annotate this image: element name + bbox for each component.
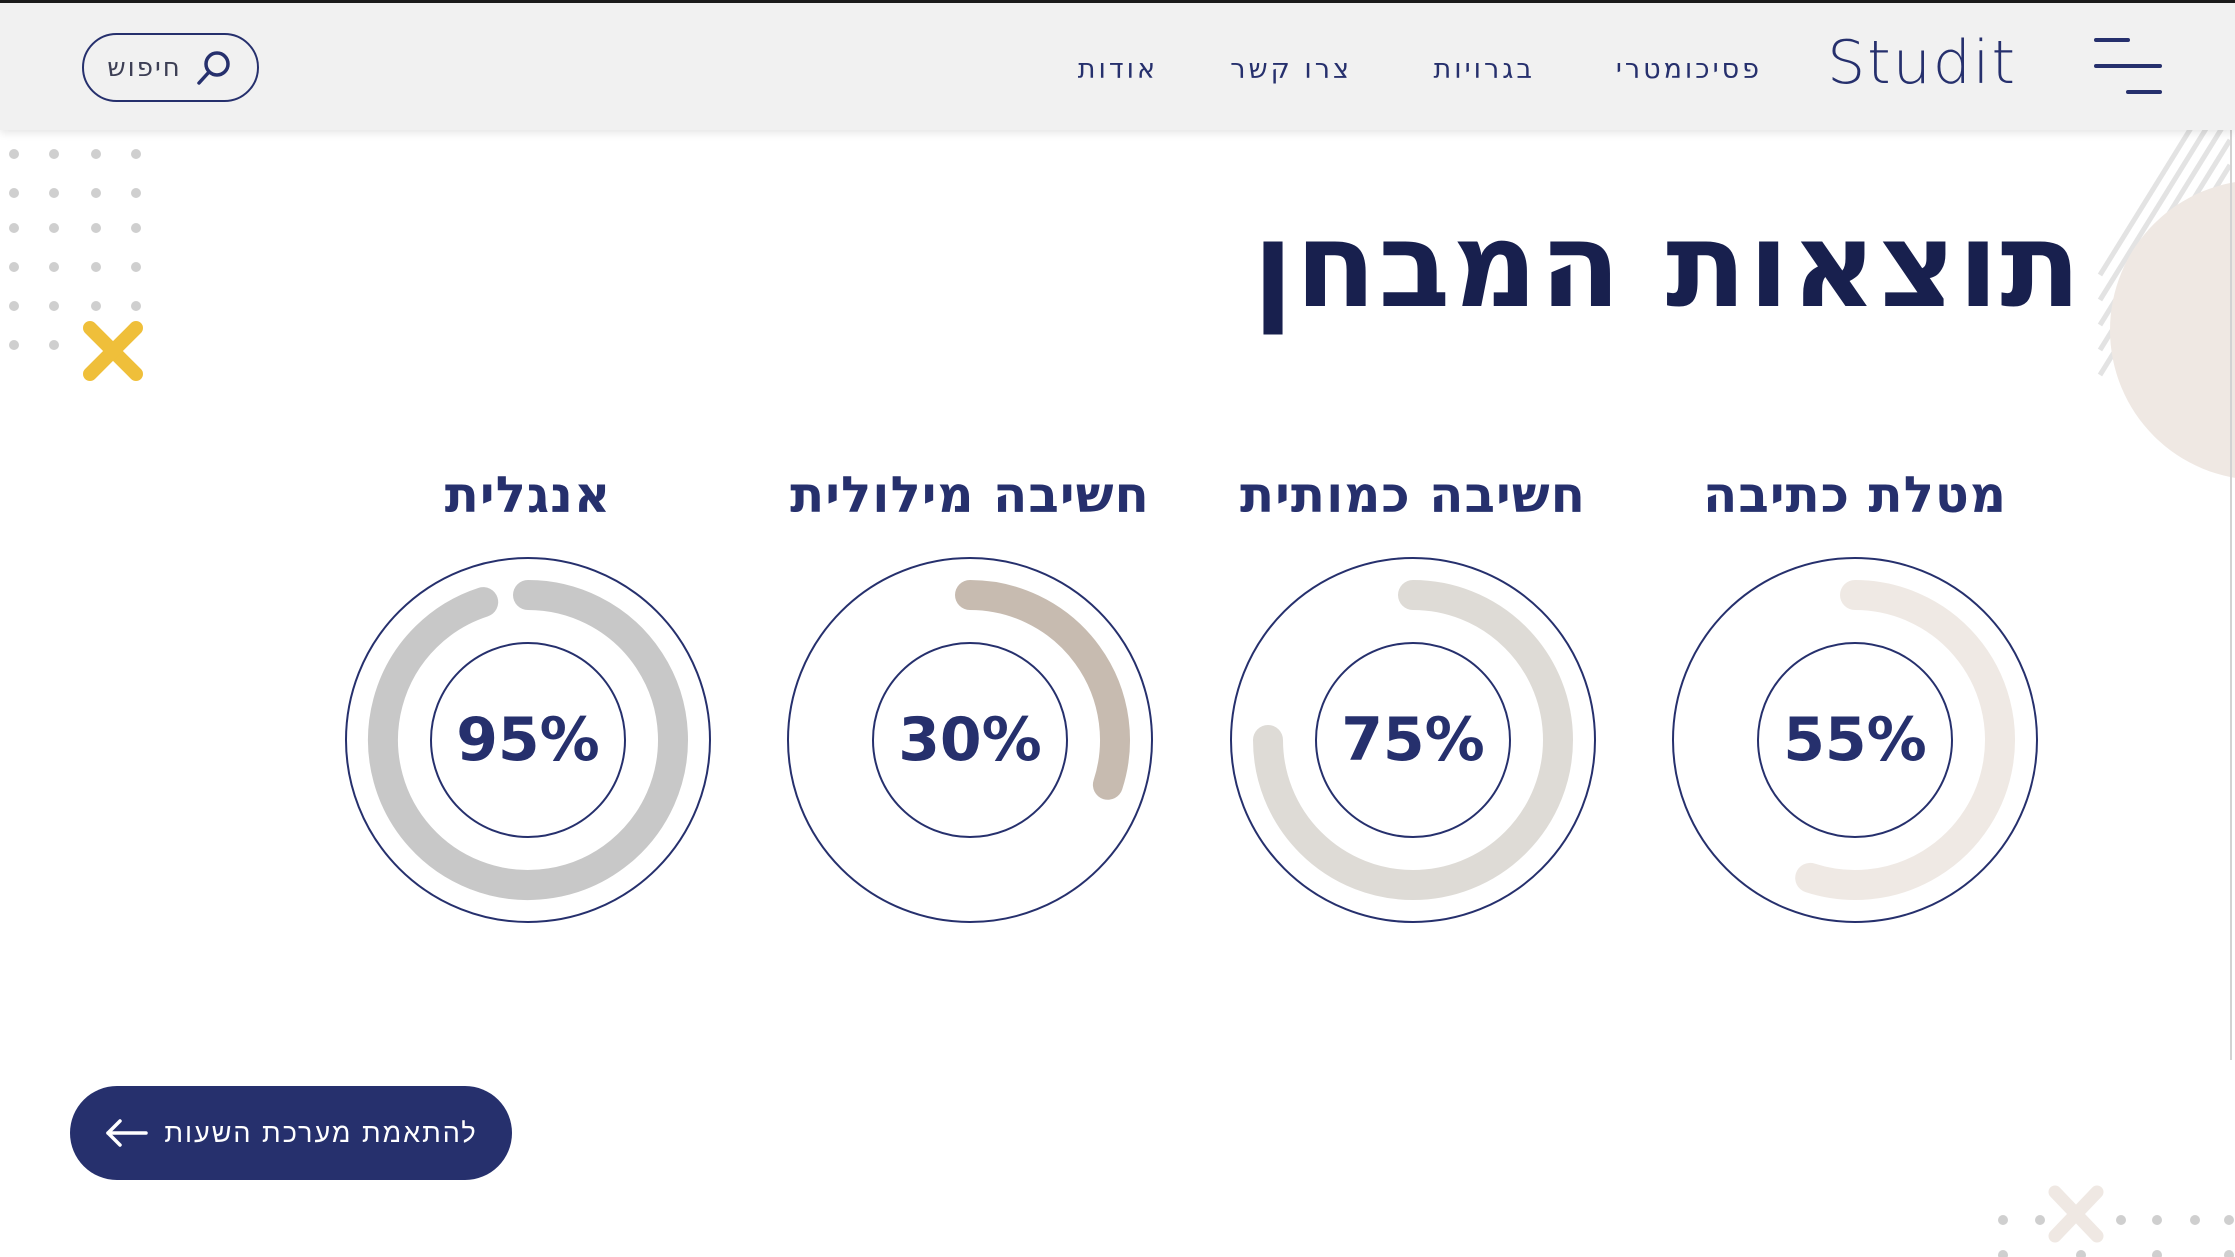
search-placeholder: חיפוש (107, 52, 182, 83)
page: Studit פסיכומטרי בגרויות צרו קשר אודות ח… (0, 0, 2235, 1257)
beige-circle-stripes-decoration (2097, 120, 2235, 478)
search-box[interactable]: חיפוש (82, 33, 259, 102)
site-header: Studit פסיכומטרי בגרויות צרו קשר אודות ח… (0, 3, 2235, 130)
schedule-matching-label: להתאמת מערכת השעות (164, 1117, 478, 1148)
schedule-matching-button[interactable]: להתאמת מערכת השעות (70, 1086, 512, 1180)
nav-item-psychometric[interactable]: פסיכומטרי (1616, 48, 1762, 92)
search-icon[interactable] (194, 48, 234, 88)
score-percent: 75% (1341, 705, 1485, 775)
score-label: חשיבה כמותית (1240, 466, 1586, 524)
page-title: תוצאות המבחן (1252, 196, 2083, 334)
score-label: מטלת כתיבה (1703, 466, 2007, 524)
yellow-x-decoration (83, 321, 143, 381)
score-label: אנגלית (444, 466, 612, 524)
nav-item-contact[interactable]: צרו קשר (1230, 48, 1352, 92)
score-card-writing: מטלת כתיבה 55% (1630, 455, 2080, 935)
bottom-right-decoration (1998, 1185, 2234, 1257)
nav-item-about[interactable]: אודות (1078, 48, 1158, 92)
score-percent: 95% (456, 705, 600, 775)
logo[interactable]: Studit (1717, 23, 2017, 103)
score-percent: 55% (1783, 705, 1927, 775)
score-percent: 30% (898, 705, 1042, 775)
nav-item-bagrut[interactable]: בגרויות (1434, 48, 1535, 92)
score-label: חשיבה מילולית (790, 466, 1150, 524)
score-card-verbal: חשיבה מילולית 30% (745, 455, 1195, 935)
arrow-left-icon (106, 1119, 149, 1147)
score-card-english: אנגלית 95% (303, 455, 753, 935)
scrollbar-track[interactable] (2230, 130, 2232, 1060)
score-card-quantitative: חשיבה כמותית 75% (1188, 455, 1638, 935)
hamburger-menu-icon[interactable] (2092, 34, 2164, 96)
